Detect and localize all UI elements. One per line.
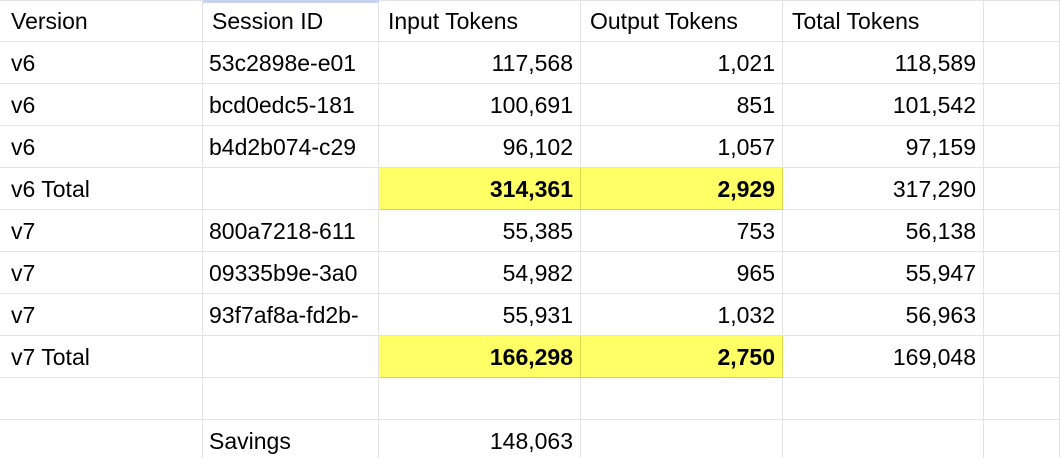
cell-extra-row-9[interactable] — [984, 336, 1060, 378]
cell-grid: Version Session ID Input Tokens Output Toke… — [0, 0, 1060, 458]
cell-version-row-8[interactable]: v7 — [0, 294, 203, 336]
cell-session-id-row-4[interactable]: b4d2b074-c29 — [203, 126, 379, 168]
cell-version-row-6[interactable]: v7 — [0, 210, 203, 252]
cell-total-tokens-row-5[interactable]: 317,290 — [783, 168, 984, 210]
cell-input-tokens-row-6[interactable]: 55,385 — [379, 210, 581, 252]
cell-version-row-5[interactable]: v6 Total — [0, 168, 203, 210]
column-selection-indicator — [203, 0, 379, 3]
cell-input-tokens-row-10[interactable] — [379, 378, 581, 420]
cell-session-id-row-3[interactable]: bcd0edc5-181 — [203, 84, 379, 126]
cell-version-row-11[interactable] — [0, 420, 203, 458]
cell-session-id-row-11[interactable]: Savings — [203, 420, 379, 458]
cell-total-tokens-row-2[interactable]: 118,589 — [783, 42, 984, 84]
cell-input-tokens-row-8[interactable]: 55,931 — [379, 294, 581, 336]
cell-input-tokens-row-11[interactable]: 148,063 — [379, 420, 581, 458]
header-cell-input-tokens[interactable]: Input Tokens — [379, 0, 581, 42]
cell-output-tokens-row-2[interactable]: 1,021 — [581, 42, 783, 84]
header-cell-output-tokens[interactable]: Output Tokens — [581, 0, 783, 42]
cell-session-id-row-8[interactable]: 93f7af8a-fd2b- — [203, 294, 379, 336]
cell-input-tokens-row-3[interactable]: 100,691 — [379, 84, 581, 126]
cell-extra-row-8[interactable] — [984, 294, 1060, 336]
cell-extra-row-7[interactable] — [984, 252, 1060, 294]
cell-output-tokens-row-4[interactable]: 1,057 — [581, 126, 783, 168]
cell-version-row-2[interactable]: v6 — [0, 42, 203, 84]
header-cell-version[interactable]: Version — [0, 0, 203, 42]
cell-session-id-row-7[interactable]: 09335b9e-3a0 — [203, 252, 379, 294]
cell-extra-row-5[interactable] — [984, 168, 1060, 210]
cell-output-tokens-row-7[interactable]: 965 — [581, 252, 783, 294]
header-cell-total-tokens[interactable]: Total Tokens — [783, 0, 984, 42]
cell-input-tokens-row-7[interactable]: 54,982 — [379, 252, 581, 294]
cell-input-tokens-row-9[interactable]: 166,298 — [379, 336, 581, 378]
cell-total-tokens-row-7[interactable]: 55,947 — [783, 252, 984, 294]
cell-input-tokens-row-5[interactable]: 314,361 — [379, 168, 581, 210]
cell-session-id-row-9[interactable] — [203, 336, 379, 378]
cell-output-tokens-row-5[interactable]: 2,929 — [581, 168, 783, 210]
cell-output-tokens-row-3[interactable]: 851 — [581, 84, 783, 126]
cell-total-tokens-row-10[interactable] — [783, 378, 984, 420]
cell-version-row-9[interactable]: v7 Total — [0, 336, 203, 378]
grid-top-edge — [0, 0, 1060, 1]
cell-session-id-row-5[interactable] — [203, 168, 379, 210]
cell-version-row-4[interactable]: v6 — [0, 126, 203, 168]
cell-output-tokens-row-8[interactable]: 1,032 — [581, 294, 783, 336]
cell-extra-row-6[interactable] — [984, 210, 1060, 252]
cell-extra-row-10[interactable] — [984, 378, 1060, 420]
cell-total-tokens-row-6[interactable]: 56,138 — [783, 210, 984, 252]
cell-session-id-row-2[interactable]: 53c2898e-e01 — [203, 42, 379, 84]
cell-extra-row-3[interactable] — [984, 84, 1060, 126]
cell-total-tokens-row-4[interactable]: 97,159 — [783, 126, 984, 168]
cell-version-row-10[interactable] — [0, 378, 203, 420]
cell-version-row-3[interactable]: v6 — [0, 84, 203, 126]
header-cell-extra[interactable] — [984, 0, 1060, 42]
cell-session-id-row-6[interactable]: 800a7218-611 — [203, 210, 379, 252]
cell-session-id-row-10[interactable] — [203, 378, 379, 420]
cell-version-row-7[interactable]: v7 — [0, 252, 203, 294]
cell-output-tokens-row-10[interactable] — [581, 378, 783, 420]
cell-extra-row-11[interactable] — [984, 420, 1060, 458]
cell-input-tokens-row-2[interactable]: 117,568 — [379, 42, 581, 84]
cell-total-tokens-row-9[interactable]: 169,048 — [783, 336, 984, 378]
cell-total-tokens-row-3[interactable]: 101,542 — [783, 84, 984, 126]
cell-total-tokens-row-8[interactable]: 56,963 — [783, 294, 984, 336]
cell-extra-row-4[interactable] — [984, 126, 1060, 168]
cell-extra-row-2[interactable] — [984, 42, 1060, 84]
cell-output-tokens-row-9[interactable]: 2,750 — [581, 336, 783, 378]
header-cell-session-id[interactable]: Session ID — [203, 0, 379, 42]
cell-output-tokens-row-11[interactable] — [581, 420, 783, 458]
cell-input-tokens-row-4[interactable]: 96,102 — [379, 126, 581, 168]
cell-total-tokens-row-11[interactable] — [783, 420, 984, 458]
spreadsheet: Version Session ID Input Tokens Output Toke… — [0, 0, 1060, 458]
cell-output-tokens-row-6[interactable]: 753 — [581, 210, 783, 252]
